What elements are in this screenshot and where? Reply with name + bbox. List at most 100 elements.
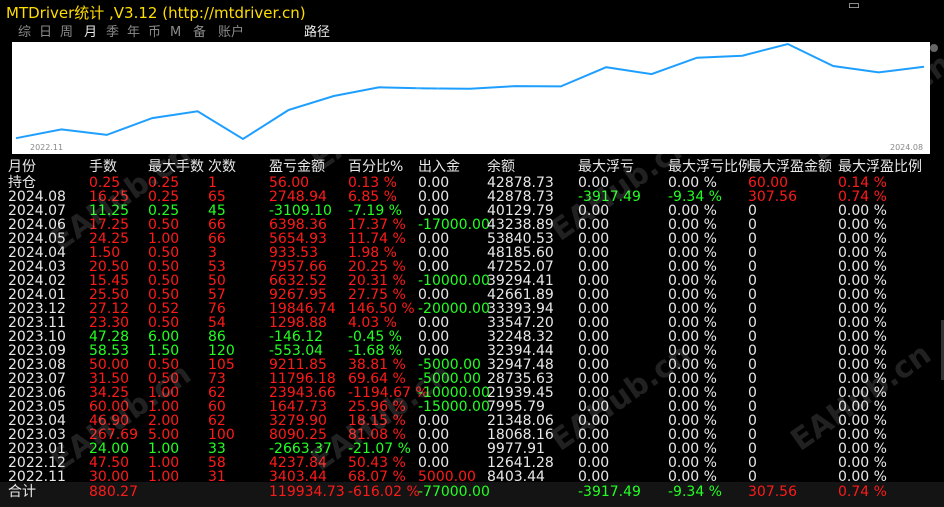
table-row-10-col-4: 1298.88 (269, 315, 327, 331)
table-row-5-col-5: 1.98 % (348, 245, 397, 261)
table-row-14-col-11: 0.00 % (838, 371, 887, 387)
table-row-9-col-7: 33393.94 (487, 301, 554, 317)
table-row-18: 2023.03 267.69 5.00 100 8090.25 81.08 % 0.00 18… (0, 428, 944, 442)
table-row-17-col-8: 0.00 (578, 413, 610, 429)
table-row-13-col-3: 105 (208, 357, 235, 373)
route-tab[interactable]: 路径 (304, 24, 330, 42)
title-bar: MTDriver统计 ,V3.12 (http://mtdriver.cn) ▭ (0, 0, 944, 24)
table-row-9-col-8: 0.00 (578, 301, 610, 317)
tab-3[interactable]: 月 (84, 24, 97, 42)
table-row-19-col-9: 0.00 % (668, 441, 717, 457)
table-row-16: 2023.05 60.00 1.00 60 1647.73 25.96 % -15000.0… (0, 400, 944, 414)
table-row-13-col-1: 50.00 (89, 357, 130, 373)
table-row-5-col-7: 48185.60 (487, 245, 554, 261)
tab-4[interactable]: 季 (106, 24, 119, 42)
tab-5[interactable]: 年 (127, 24, 140, 42)
table-row-15-col-1: 34.25 (89, 385, 130, 401)
table-row-2-col-3: 45 (208, 203, 226, 219)
table-row-2-col-0: 2024.07 (8, 203, 66, 219)
table-row-20-col-10: 0 (748, 455, 757, 471)
table-row-12-col-11: 0.00 % (838, 343, 887, 359)
table-row-18-col-11: 0.00 % (838, 427, 887, 443)
table-row-14-col-3: 73 (208, 371, 226, 387)
table-row-9: 2023.12 27.12 0.52 76 19846.74 146.50 % -20000… (0, 302, 944, 316)
table-row-20-col-11: 0.00 % (838, 455, 887, 471)
table-row-16-col-10: 0 (748, 399, 757, 415)
total-col-1: 880.27 (89, 484, 138, 500)
table-row-11-col-0: 2023.10 (8, 329, 66, 345)
tab-1[interactable]: 日 (39, 24, 52, 42)
table-row-20-col-5: 50.43 % (348, 455, 406, 471)
table-row-12-col-10: 0 (748, 343, 757, 359)
table-row-2-col-6: 0.00 (418, 203, 450, 219)
total-col-8: -3917.49 (578, 484, 641, 500)
chart-x-end: 2024.08 (890, 143, 923, 152)
table-row-13-col-11: 0.00 % (838, 357, 887, 373)
table-row-11: 2023.10 47.28 6.00 86 -146.12 -0.45 % 0.00 3224… (0, 330, 944, 344)
table-row-4-col-9: 0.00 % (668, 231, 717, 247)
tab-2[interactable]: 周 (60, 24, 73, 42)
tab-0[interactable]: 综 (18, 24, 31, 42)
table-row-3-col-6: -17000.00 (418, 217, 490, 233)
tab-8[interactable]: 备 (193, 24, 206, 42)
total-col-11: 0.74 % (838, 484, 887, 500)
table-row-12-col-7: 32394.44 (487, 343, 554, 359)
table-row-1-col-4: 2748.94 (269, 189, 327, 205)
table-row-4: 2024.05 24.25 1.00 66 5654.93 11.74 % 0.00 5384… (0, 232, 944, 246)
table-row-8-col-4: 9267.95 (269, 287, 327, 303)
table-row-3-col-2: 0.50 (148, 217, 180, 233)
table-row-7-col-8: 0.00 (578, 273, 610, 289)
table-row-11-col-1: 47.28 (89, 329, 130, 345)
table-row-10-col-7: 33547.20 (487, 315, 554, 331)
table-row-3-col-3: 66 (208, 217, 226, 233)
table-row-18-col-5: 81.08 % (348, 427, 406, 443)
total-col-4: 119934.73 (269, 484, 345, 500)
table-row-9-col-2: 0.52 (148, 301, 180, 317)
tab-6[interactable]: 币 (148, 24, 161, 42)
maximize-icon[interactable]: ▭ (848, 0, 860, 13)
table-row-0-col-11: 0.14 % (838, 175, 887, 191)
table-row-3: 2024.06 17.25 0.50 66 6398.36 17.37 % -17000.0… (0, 218, 944, 232)
table-row-20-col-0: 2022.12 (8, 455, 66, 471)
table-header-col-4: 盈亏金额 (269, 159, 325, 175)
table-row-18-col-6: 0.00 (418, 427, 450, 443)
table-row-11-col-3: 86 (208, 329, 226, 345)
table-row-12-col-1: 58.53 (89, 343, 130, 359)
table-header-col-3: 次数 (208, 159, 236, 175)
table-row-13-col-6: -5000.00 (418, 357, 481, 373)
table-row-2-col-9: 0.00 % (668, 203, 717, 219)
table-row-3-col-0: 2024.06 (8, 217, 66, 233)
total-col-10: 307.56 (748, 484, 797, 500)
table-row-19-col-8: 0.00 (578, 441, 610, 457)
table-row-20-col-8: 0.00 (578, 455, 610, 471)
table-row-9-col-5: 146.50 % (348, 301, 415, 317)
table-row-4-col-5: 11.74 % (348, 231, 406, 247)
table-row-17-col-5: 18.15 % (348, 413, 406, 429)
table-row-7-col-2: 0.50 (148, 273, 180, 289)
table-row-1-col-5: 6.85 % (348, 189, 397, 205)
table-row-4-col-10: 0 (748, 231, 757, 247)
table-row-2-col-1: 11.25 (89, 203, 130, 219)
table-header-col-5: 百分比% (348, 159, 404, 175)
table-row-10-col-3: 54 (208, 315, 226, 331)
table-row-5-col-11: 0.00 % (838, 245, 887, 261)
scroll-indicator[interactable] (930, 44, 938, 52)
table-row-19-col-5: -21.07 % (348, 441, 411, 457)
table-row-5-col-0: 2024.04 (8, 245, 66, 261)
table-row-8-col-2: 0.50 (148, 287, 180, 303)
table-row-0-col-4: 56.00 (269, 175, 310, 191)
tab-7[interactable]: M (170, 24, 181, 42)
table-row-6-col-8: 0.00 (578, 259, 610, 275)
table-row-4-col-0: 2024.05 (8, 231, 66, 247)
table-row-19-col-10: 0 (748, 441, 757, 457)
table-row-18-col-10: 0 (748, 427, 757, 443)
table-row-7-col-7: 39294.41 (487, 273, 554, 289)
table-row-18-col-8: 0.00 (578, 427, 610, 443)
table-row-0-col-9: 0.00 % (668, 175, 717, 191)
table-row-12-col-8: 0.00 (578, 343, 610, 359)
table-row-16-col-7: 7995.79 (487, 399, 545, 415)
table-row-19-col-4: -2663.37 (269, 441, 332, 457)
table-row-5-col-6: 0.00 (418, 245, 450, 261)
table-row-16-col-5: 25.96 % (348, 399, 406, 415)
tab-9[interactable]: 账户 (218, 24, 244, 42)
